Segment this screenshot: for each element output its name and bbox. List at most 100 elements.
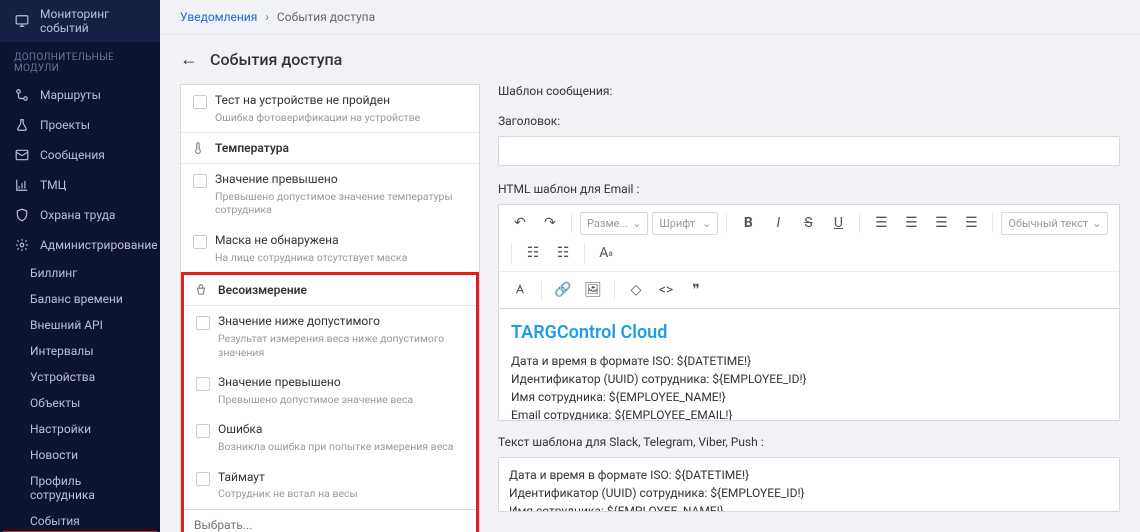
breadcrumb-current: События доступа (277, 10, 375, 24)
sidebar-sub-events[interactable]: События (0, 508, 160, 532)
list-ordered-button[interactable]: ☷ (520, 240, 546, 266)
sidebar-item-safety[interactable]: Охрана труда (0, 200, 160, 230)
sidebar-label: Мониторинг событий (40, 7, 146, 35)
event-sub: Возникла ошибка при попытке измерения ве… (218, 440, 464, 454)
breadcrumb-sep: › (265, 10, 269, 24)
sidebar-sub-news[interactable]: Новости (0, 442, 160, 468)
event-title: Маска не обнаружена (215, 233, 467, 249)
checkbox[interactable] (196, 316, 210, 330)
event-sub: На лице сотрудника отсутствует маска (215, 251, 467, 265)
page-title: События доступа (210, 50, 342, 69)
event-item[interactable]: Ошибка Возникла ошибка при попытке измер… (184, 414, 476, 461)
event-item[interactable]: Значение ниже допустимого Результат изме… (184, 306, 476, 367)
event-title: Значение превышено (218, 375, 464, 391)
align-right-button[interactable]: ☰ (928, 210, 954, 236)
thermometer-icon (191, 141, 207, 155)
sidebar-label: Охрана труда (40, 208, 115, 222)
italic-button[interactable]: I (765, 210, 791, 236)
template-section-label: Шаблон сообщения: (498, 84, 1120, 98)
quote-button[interactable]: ❞ (683, 277, 709, 303)
list-unordered-button[interactable]: ☷ (550, 240, 576, 266)
breadcrumb-link[interactable]: Уведомления (180, 10, 257, 24)
event-item[interactable]: Таймаут Сотрудник не встал на весы (184, 462, 476, 509)
sidebar-label: Сообщения (40, 148, 105, 162)
sidebar-sub-billing[interactable]: Биллинг (0, 260, 160, 286)
sidebar-item-admin[interactable]: Администрирование ⌄ (0, 230, 160, 260)
shield-icon (14, 207, 30, 223)
event-title: Таймаут (218, 470, 464, 486)
redo-button[interactable]: ↷ (537, 210, 563, 236)
sidebar-item-routes[interactable]: Маршруты (0, 80, 160, 110)
checkbox[interactable] (193, 95, 207, 109)
event-title: Значение ниже допустимого (218, 314, 464, 330)
event-sub: Ошибка фотоверификации на устройстве (215, 111, 467, 125)
sidebar-sub-profile[interactable]: Профиль сотрудника (0, 468, 160, 508)
event-select-input[interactable] (184, 509, 476, 532)
align-left-button[interactable]: ☰ (868, 210, 894, 236)
route-icon (14, 87, 30, 103)
sidebar-label: Администрирование (40, 238, 158, 252)
sidebar-item-tmc[interactable]: ТМЦ (0, 170, 160, 200)
breadcrumb: Уведомления › События доступа (160, 0, 1140, 35)
sidebar-sub-balance[interactable]: Баланс времени (0, 286, 160, 312)
text-style-select[interactable]: Обычный текст⌄ (1001, 212, 1108, 235)
event-group-header: Температура (181, 132, 479, 164)
sidebar-sub-intervals[interactable]: Интервалы (0, 338, 160, 364)
sidebar-item-projects[interactable]: Проекты (0, 110, 160, 140)
image-button[interactable]: 🖼 (580, 277, 606, 303)
color-button[interactable] (507, 277, 533, 303)
monitor-icon (14, 13, 30, 29)
link-button[interactable]: 🔗 (550, 277, 576, 303)
flask-icon (14, 117, 30, 133)
checkbox[interactable] (196, 377, 210, 391)
checkbox[interactable] (196, 424, 210, 438)
chevron-down-icon: ⌄ (1092, 217, 1101, 230)
sidebar-sub-devices[interactable]: Устройства (0, 364, 160, 390)
event-group-header: Весоизмерение (184, 275, 476, 306)
checkbox[interactable] (193, 174, 207, 188)
event-group-title: Температура (215, 141, 289, 155)
strike-button[interactable]: S (795, 210, 821, 236)
sidebar: Мониторинг событий ДОПОЛНИТЕЛЬНЫЕ МОДУЛИ… (0, 0, 160, 532)
text-template-area[interactable]: Дата и время в формате ISO: ${DATETIME!}… (498, 457, 1120, 512)
code-button[interactable]: <> (653, 277, 679, 303)
event-item[interactable]: Значение превышено Превышено допустимое … (181, 164, 479, 225)
checkbox[interactable] (196, 472, 210, 486)
back-arrow-icon[interactable]: ← (180, 49, 198, 70)
title-field-label: Заголовок: (498, 114, 1120, 128)
sidebar-label: Маршруты (40, 88, 101, 102)
align-center-button[interactable]: ☰ (898, 210, 924, 236)
editor-toolbar: ↶ ↷ Разме...⌄ Шрифт⌄ B I S U ☰ ☰ ☰ (498, 204, 1120, 309)
chevron-down-icon: ⌄ (632, 217, 641, 230)
chart-icon (14, 177, 30, 193)
superscript-button[interactable]: Aa (593, 240, 619, 266)
events-panel: Тест на устройстве не пройден Ошибка фот… (180, 84, 480, 532)
font-family-select[interactable]: Шрифт⌄ (652, 212, 718, 235)
sidebar-label: Проекты (40, 118, 90, 132)
event-item[interactable]: Маска не обнаружена На лице сотрудника о… (181, 225, 479, 272)
chevron-down-icon: ⌄ (702, 217, 711, 230)
sidebar-section-header: ДОПОЛНИТЕЛЬНЫЕ МОДУЛИ (0, 42, 160, 80)
sidebar-item-monitoring[interactable]: Мониторинг событий (0, 0, 160, 42)
event-sub: Сотрудник не встал на весы (218, 487, 464, 501)
align-justify-button[interactable]: ☰ (958, 210, 984, 236)
event-sub: Превышено допустимое значение температур… (215, 190, 467, 217)
html-template-label: HTML шаблон для Email : (498, 182, 1120, 196)
checkbox[interactable] (193, 235, 207, 249)
event-item[interactable]: Тест на устройстве не пройден Ошибка фот… (181, 85, 479, 132)
sidebar-sub-api[interactable]: Внешний API (0, 312, 160, 338)
event-item[interactable]: Значение превышено Превышено допустимое … (184, 367, 476, 414)
font-size-select[interactable]: Разме...⌄ (580, 212, 648, 235)
eraser-button[interactable]: ◇ (623, 277, 649, 303)
sidebar-item-messages[interactable]: Сообщения (0, 140, 160, 170)
event-sub: Превышено допустимое значение веса (218, 393, 464, 407)
html-editor[interactable]: TARGControl CloudДата и время в формате … (498, 309, 1120, 421)
underline-button[interactable]: U (825, 210, 851, 236)
undo-button[interactable]: ↶ (507, 210, 533, 236)
sidebar-sub-objects[interactable]: Объекты (0, 390, 160, 416)
bold-button[interactable]: B (735, 210, 761, 236)
event-title: Тест на устройстве не пройден (215, 93, 467, 109)
title-input[interactable] (498, 136, 1120, 166)
sidebar-sub-settings[interactable]: Настройки (0, 416, 160, 442)
event-sub: Результат измерения веса ниже допустимог… (218, 332, 464, 359)
